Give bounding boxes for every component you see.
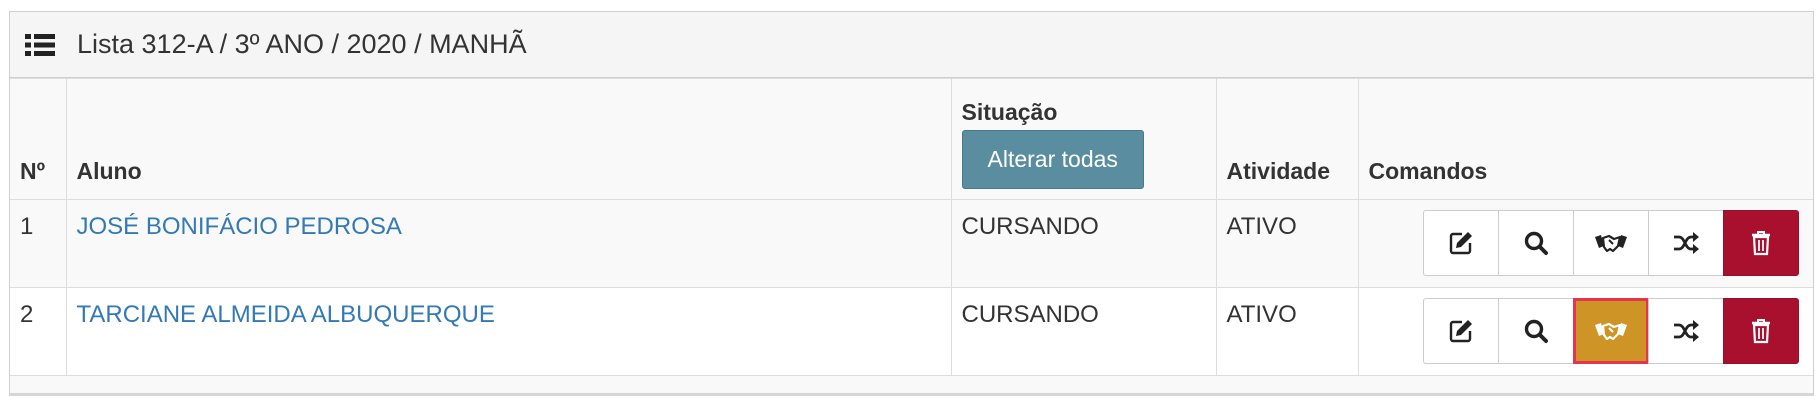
view-button[interactable]: [1498, 298, 1574, 364]
handshake-button[interactable]: [1573, 298, 1649, 364]
cell-aluno: TARCIANE ALMEIDA ALBUQUERQUE: [65, 287, 952, 376]
cell-situacao: CURSANDO: [950, 287, 1217, 376]
search-icon: [1524, 231, 1548, 255]
student-name-link[interactable]: TARCIANE ALMEIDA ALBUQUERQUE: [77, 301, 495, 328]
handshake-button[interactable]: [1573, 210, 1649, 276]
handshake-icon: [1595, 234, 1627, 253]
cell-atividade: ATIVO: [1215, 287, 1359, 376]
cell-comandos: [1357, 199, 1813, 288]
edit-button[interactable]: [1423, 298, 1499, 364]
panel-heading: Lista 312-A / 3º ANO / 2020 / MANHÃ: [10, 12, 1813, 78]
cell-situacao: CURSANDO: [950, 199, 1217, 288]
view-button[interactable]: [1498, 210, 1574, 276]
panel-title: Lista 312-A / 3º ANO / 2020 / MANHÃ: [77, 29, 527, 59]
trash-icon: [1752, 231, 1770, 256]
header-aluno: Aluno: [65, 78, 952, 200]
student-name-link[interactable]: JOSÉ BONIFÁCIO PEDROSA: [77, 213, 402, 240]
cell-num: 1: [10, 199, 67, 288]
cell-num: 2: [10, 287, 67, 376]
edit-icon: [1449, 320, 1472, 343]
header-num: Nº: [10, 78, 67, 200]
edit-button[interactable]: [1423, 210, 1499, 276]
students-table: Nº Aluno Situação Alterar todas Atividad…: [10, 78, 1813, 376]
header-situacao: Situação Alterar todas: [950, 78, 1217, 200]
search-icon: [1524, 319, 1548, 343]
transfer-button[interactable]: [1648, 298, 1724, 364]
cell-comandos: [1357, 287, 1813, 376]
cell-aluno: JOSÉ BONIFÁCIO PEDROSA: [65, 199, 952, 288]
alterar-todas-button[interactable]: Alterar todas: [961, 130, 1144, 189]
delete-button[interactable]: [1723, 210, 1799, 276]
list-icon: [25, 33, 55, 56]
trash-icon: [1752, 319, 1770, 344]
table-row: 2 TARCIANE ALMEIDA ALBUQUERQUE CURSANDO …: [10, 287, 1813, 376]
table-row: 1 JOSÉ BONIFÁCIO PEDROSA CURSANDO ATIVO: [10, 199, 1813, 288]
handshake-icon: [1595, 322, 1627, 341]
delete-button[interactable]: [1723, 298, 1799, 364]
shuffle-icon: [1674, 232, 1699, 254]
command-button-group: [1423, 210, 1799, 276]
table-header-row: Nº Aluno Situação Alterar todas Atividad…: [10, 78, 1813, 200]
cell-atividade: ATIVO: [1215, 199, 1359, 288]
command-button-group: [1423, 298, 1799, 364]
edit-icon: [1449, 232, 1472, 255]
header-atividade: Atividade: [1215, 78, 1359, 200]
student-list-panel: Lista 312-A / 3º ANO / 2020 / MANHÃ Nº A…: [9, 11, 1814, 396]
header-comandos: Comandos: [1357, 78, 1813, 200]
header-situacao-label: Situação: [961, 99, 1058, 125]
shuffle-icon: [1674, 320, 1699, 342]
transfer-button[interactable]: [1648, 210, 1724, 276]
